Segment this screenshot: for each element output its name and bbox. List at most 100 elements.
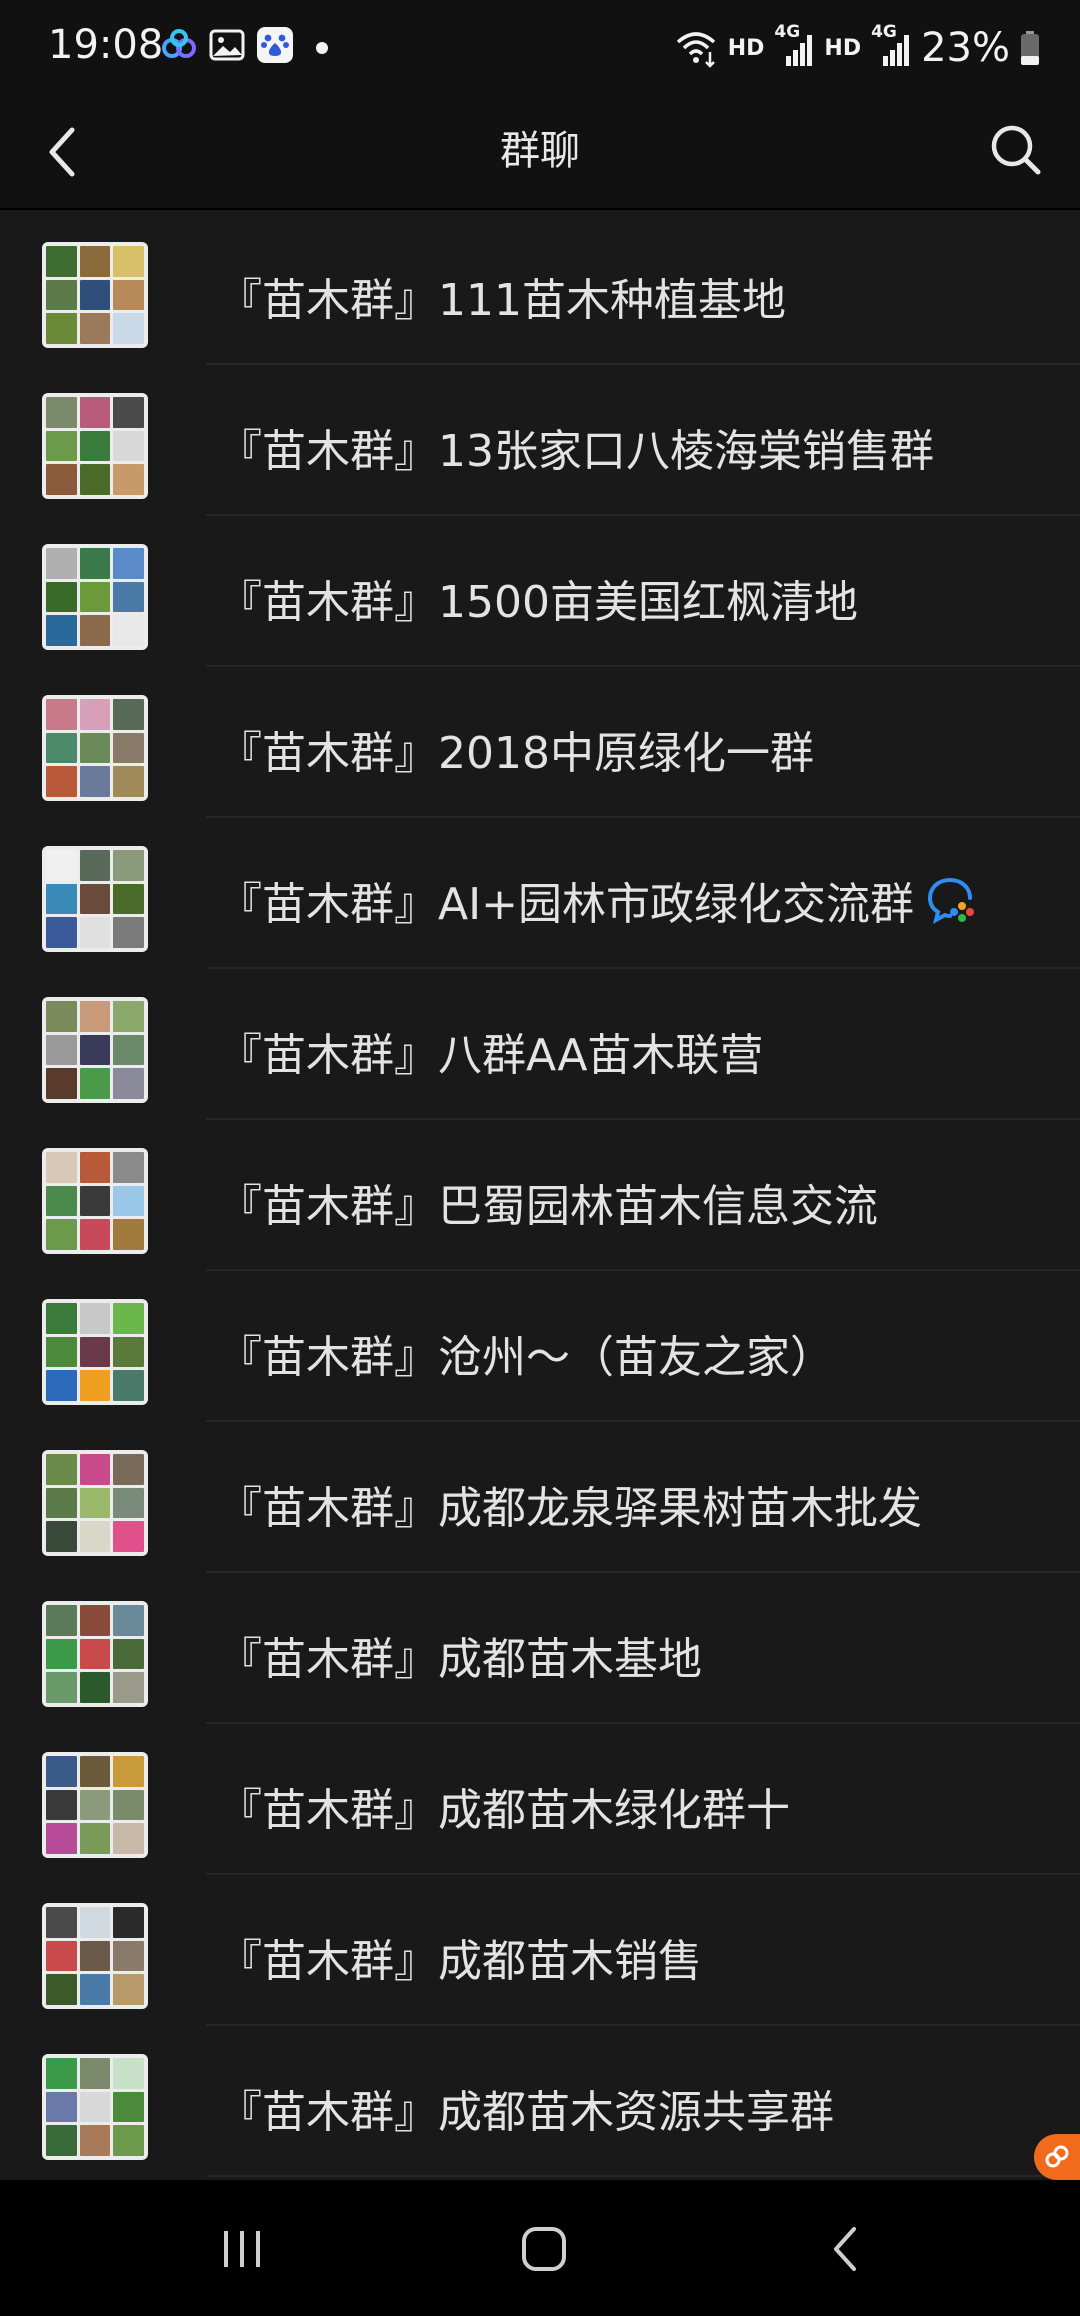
member-avatar-tile [46, 430, 77, 462]
member-avatar-tile [79, 1336, 111, 1368]
group-chat-item[interactable]: 『苗木群』成都龙泉驿果树苗木批发 [0, 1422, 1080, 1573]
floating-link-button[interactable] [1034, 2134, 1080, 2180]
group-chat-item[interactable]: 『苗木群』八群AA苗木联营 [0, 969, 1080, 1120]
group-chat-item[interactable]: 『苗木群』成都苗木资源共享群 [0, 2026, 1080, 2177]
member-avatar-tile [113, 2125, 144, 2156]
member-avatar-tile [113, 1789, 144, 1821]
battery-percent: 23% [921, 25, 1010, 71]
member-avatar-tile [46, 1303, 77, 1334]
row-divider [206, 2175, 1080, 2177]
member-avatar-tile [46, 464, 77, 495]
member-avatar-tile [46, 1756, 77, 1787]
member-avatar-tile [79, 464, 111, 495]
hd-label: HD [824, 35, 862, 61]
member-avatar-tile [79, 1001, 111, 1032]
member-avatar-tile [113, 1454, 144, 1485]
member-avatar-tile [113, 1605, 144, 1636]
group-name: 『苗木群』成都龙泉驿果树苗木批发 [218, 1472, 922, 1536]
link-icon [1045, 2145, 1069, 2168]
group-avatar [42, 1752, 148, 1858]
member-avatar-tile [113, 464, 144, 495]
member-avatar-tile [79, 883, 111, 915]
member-avatar-tile [46, 2125, 77, 2156]
home-button[interactable] [504, 2214, 584, 2284]
member-avatar-tile [46, 1152, 77, 1183]
member-avatar-tile [46, 615, 77, 646]
member-avatar-tile [113, 615, 144, 646]
member-avatar-tile [113, 581, 144, 613]
group-chat-item[interactable]: 『苗木群』成都苗木基地 [0, 1573, 1080, 1724]
member-avatar-tile [113, 1370, 144, 1401]
member-avatar-tile [113, 1034, 144, 1066]
member-avatar-tile [46, 1605, 77, 1636]
member-avatar-tile [79, 2058, 111, 2089]
member-avatar-tile [79, 1454, 111, 1485]
member-avatar-tile [79, 732, 111, 764]
member-avatar-tile [46, 766, 77, 797]
group-chat-item[interactable]: 『苗木群』巴蜀园林苗木信息交流 [0, 1120, 1080, 1271]
member-avatar-tile [79, 1152, 111, 1183]
member-avatar-tile [79, 1370, 111, 1401]
group-chat-item[interactable]: 『苗木群』1500亩美国红枫清地 [0, 516, 1080, 667]
group-chat-item[interactable]: 『苗木群』2018中原绿化一群 [0, 667, 1080, 818]
member-avatar-tile [79, 2091, 111, 2123]
member-avatar-tile [113, 1219, 144, 1250]
member-avatar-tile [79, 1185, 111, 1217]
group-name-text: 『苗木群』成都苗木销售 [218, 1936, 702, 1987]
group-name: 『苗木群』1500亩美国红枫清地 [218, 566, 858, 630]
member-avatar-tile [113, 1001, 144, 1032]
member-avatar-tile [79, 1756, 111, 1787]
group-chat-item[interactable]: 『苗木群』沧州～（苗友之家） [0, 1271, 1080, 1422]
member-avatar-tile [79, 1034, 111, 1066]
member-avatar-tile [113, 1907, 144, 1938]
member-avatar-tile [46, 1672, 77, 1703]
group-avatar [42, 1148, 148, 1254]
group-name: 『苗木群』AI+园林市政绿化交流群 [218, 868, 978, 932]
member-avatar-tile [113, 313, 144, 344]
member-avatar-tile [46, 732, 77, 764]
group-name: 『苗木群』成都苗木绿化群十 [218, 1774, 790, 1838]
member-avatar-tile [46, 1521, 77, 1552]
member-avatar-tile [46, 1454, 77, 1485]
group-chat-item[interactable]: 『苗木群』111苗木种植基地 [0, 214, 1080, 365]
member-avatar-tile [46, 397, 77, 428]
signal-icon: 4G [774, 22, 814, 68]
group-name: 『苗木群』成都苗木资源共享群 [218, 2076, 834, 2140]
title-bar: 群聊 [0, 96, 1080, 208]
recent-apps-button[interactable] [202, 2214, 282, 2284]
member-avatar-tile [113, 917, 144, 948]
status-time: 19:08 [48, 22, 164, 68]
member-avatar-tile [79, 397, 111, 428]
group-chat-item[interactable]: 『苗木群』成都苗木销售 [0, 1875, 1080, 2026]
member-avatar-tile [79, 1521, 111, 1552]
group-chat-item[interactable]: 『苗木群』AI+园林市政绿化交流群 [0, 818, 1080, 969]
group-name: 『苗木群』2018中原绿化一群 [218, 717, 814, 781]
member-avatar-tile [113, 1152, 144, 1183]
member-avatar-tile [79, 766, 111, 797]
search-button[interactable] [976, 110, 1056, 190]
member-avatar-tile [79, 1605, 111, 1636]
member-avatar-tile [113, 430, 144, 462]
member-avatar-tile [46, 1974, 77, 2005]
member-avatar-tile [46, 1068, 77, 1099]
member-avatar-tile [113, 850, 144, 881]
member-avatar-tile [46, 1219, 77, 1250]
member-avatar-tile [113, 1303, 144, 1334]
notification-dot [316, 42, 328, 54]
member-avatar-tile [79, 246, 111, 277]
system-back-button[interactable] [806, 2214, 886, 2284]
member-avatar-tile [113, 766, 144, 797]
group-name-text: 『苗木群』1500亩美国红枫清地 [218, 577, 858, 628]
member-avatar-tile [79, 1823, 111, 1854]
group-chat-item[interactable]: 『苗木群』成都苗木绿化群十 [0, 1724, 1080, 1875]
group-chat-item[interactable]: 『苗木群』13张家口八棱海棠销售群 [0, 365, 1080, 516]
wifi-icon [676, 32, 715, 68]
hd-label: HD [727, 35, 765, 61]
group-name-text: 『苗木群』成都苗木资源共享群 [218, 2087, 834, 2138]
group-name: 『苗木群』13张家口八棱海棠销售群 [218, 415, 934, 479]
baidu-icon [257, 27, 293, 63]
member-avatar-tile [46, 883, 77, 915]
member-avatar-tile [46, 548, 77, 579]
enterprise-wechat-icon [927, 878, 974, 924]
group-avatar [42, 544, 148, 650]
